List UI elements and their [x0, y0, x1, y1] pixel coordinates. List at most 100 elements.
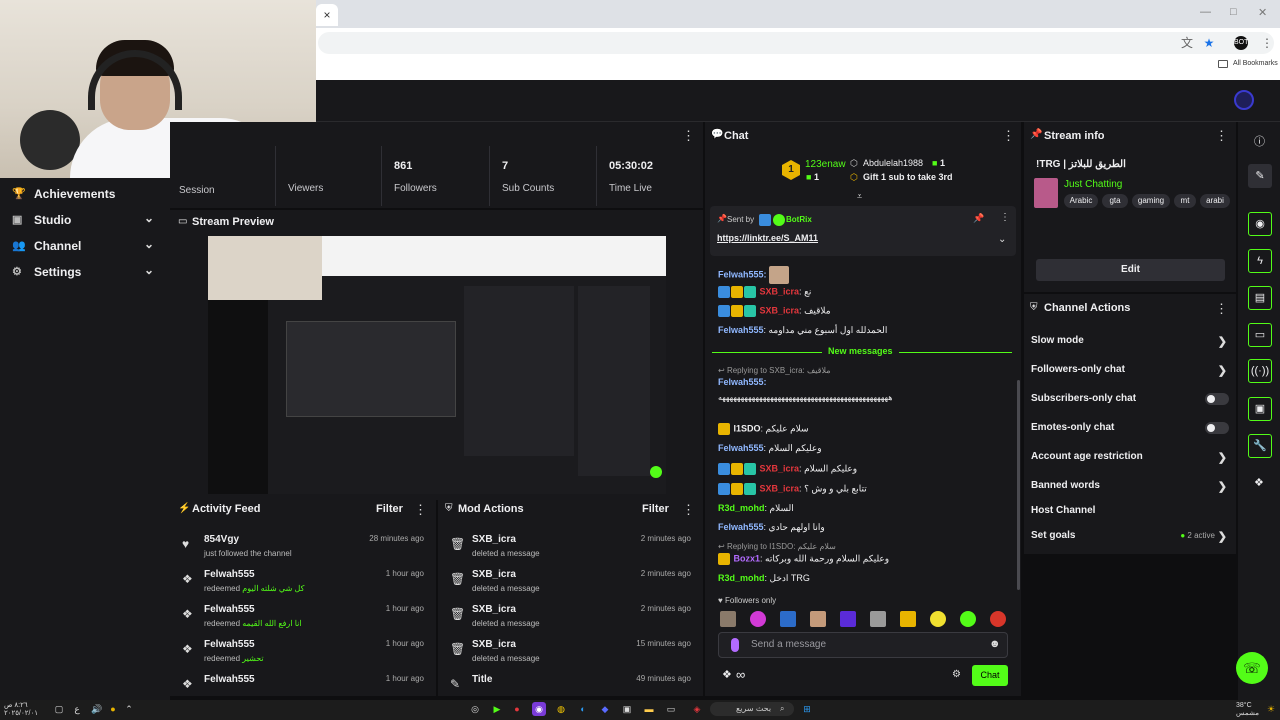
- emote-image[interactable]: [720, 611, 736, 627]
- category-name[interactable]: Just Chatting: [1064, 179, 1122, 190]
- maximize-button[interactable]: □: [1230, 6, 1237, 18]
- app-icon[interactable]: ▭: [664, 702, 678, 716]
- taskbar-clock[interactable]: ٨:٢٦ ص ٢٠٢٥/٠٢/٠١: [4, 702, 38, 718]
- wrench-icon[interactable]: 🔧: [1248, 434, 1272, 458]
- kick-icon[interactable]: ▶: [490, 702, 504, 716]
- edit-stream-button[interactable]: Edit: [1036, 259, 1225, 281]
- taskbar-search[interactable]: بحث سريع ⌕: [710, 702, 794, 716]
- weather-widget[interactable]: 38°C مشمس: [1236, 702, 1259, 718]
- obs-icon[interactable]: ◎: [468, 702, 482, 716]
- sidebar-item-studio[interactable]: ▣ Studio ⌄: [0, 206, 170, 232]
- mod-menu-icon[interactable]: ⋮: [682, 502, 695, 518]
- search-app-icon[interactable]: ◈: [690, 702, 704, 716]
- stream-tag[interactable]: gta: [1102, 194, 1128, 208]
- set-goals-row[interactable]: Set goals ● 2 active ❯: [1031, 530, 1229, 550]
- document-icon[interactable]: ▤: [1248, 286, 1272, 310]
- emoji-picker-icon[interactable]: ☻: [989, 638, 1001, 650]
- chevron-down-icon[interactable]: ⌄: [998, 234, 1006, 245]
- emote-image[interactable]: [840, 611, 856, 627]
- account-age-row[interactable]: Account age restriction ❯: [1031, 451, 1229, 471]
- chat-widget-icon[interactable]: ▭: [1248, 323, 1272, 347]
- emotes-only-row[interactable]: Emotes-only chat: [1031, 422, 1229, 442]
- emote-image[interactable]: [750, 611, 766, 627]
- sidebar-item-channel[interactable]: 👥 Channel ⌄: [0, 232, 170, 258]
- activity-filter-button[interactable]: Filter: [376, 503, 403, 529]
- window-close-button[interactable]: ✕: [1258, 6, 1267, 19]
- unpin-icon[interactable]: 📌: [973, 213, 984, 224]
- chat-scrollbar[interactable]: [1017, 380, 1020, 590]
- emotes-only-toggle[interactable]: [1205, 422, 1229, 434]
- channel-actions-menu-icon[interactable]: ⋮: [1215, 301, 1228, 317]
- second-gifter-name[interactable]: Abdulelah1988: [863, 158, 923, 168]
- stat-time-live[interactable]: 05:30:02 Time Live: [596, 146, 703, 206]
- stream-tag[interactable]: mt: [1174, 194, 1196, 208]
- folder-icon[interactable]: ▬: [642, 702, 656, 716]
- start-icon[interactable]: ⊞: [800, 702, 814, 716]
- banned-words-row[interactable]: Banned words ❯: [1031, 480, 1229, 500]
- emote-image[interactable]: [930, 611, 946, 627]
- tab-close-button[interactable]: ×: [316, 4, 338, 26]
- star-icon[interactable]: ★: [1202, 36, 1216, 50]
- chat-input[interactable]: Send a message ☻: [718, 632, 1008, 658]
- app-icon[interactable]: ◆: [598, 702, 612, 716]
- pinned-menu-icon[interactable]: ⋮: [1000, 212, 1010, 223]
- stats-menu-icon[interactable]: ⋮: [682, 128, 695, 144]
- tray-chevron-icon[interactable]: ⌃: [122, 702, 136, 716]
- volume-icon[interactable]: 🔊: [90, 702, 104, 716]
- stat-sub-counts[interactable]: 7 Sub Counts: [489, 146, 596, 206]
- activity-menu-icon[interactable]: ⋮: [414, 502, 427, 518]
- stream-tag[interactable]: gaming: [1132, 194, 1170, 208]
- discord-icon[interactable]: ◉: [532, 702, 546, 716]
- emote-image[interactable]: [900, 611, 916, 627]
- minimize-button[interactable]: —: [1200, 6, 1211, 18]
- widget-icon[interactable]: ◉: [1248, 212, 1272, 236]
- followers-only-row[interactable]: Followers-only chat ❯: [1031, 364, 1229, 384]
- emote-image[interactable]: [810, 611, 826, 627]
- host-channel-row[interactable]: Host Channel: [1031, 505, 1229, 525]
- edge-icon[interactable]: ◐: [576, 702, 590, 716]
- chat-tools-icon[interactable]: ❖: [722, 668, 732, 681]
- subscribers-only-toggle[interactable]: [1205, 393, 1229, 405]
- category-thumbnail[interactable]: [1034, 178, 1058, 208]
- stat-session[interactable]: Session: [170, 146, 275, 206]
- infinity-icon[interactable]: ∞: [736, 667, 745, 682]
- chat-settings-icon[interactable]: ⚙: [952, 669, 961, 680]
- apps-icon[interactable]: ❖: [1254, 476, 1264, 489]
- stream-info-menu-icon[interactable]: ⋮: [1215, 128, 1228, 144]
- top-gifter-name[interactable]: 123enaw: [805, 159, 846, 170]
- translate-icon[interactable]: 文: [1180, 36, 1194, 50]
- chrome-icon[interactable]: ◍: [554, 702, 568, 716]
- user-avatar[interactable]: [1234, 90, 1254, 110]
- address-bar[interactable]: [318, 32, 1274, 54]
- edit-layout-icon[interactable]: ✎: [1248, 164, 1272, 188]
- stream-preview-video[interactable]: [208, 236, 666, 494]
- broadcast-icon[interactable]: ((·)): [1248, 359, 1272, 383]
- send-chat-button[interactable]: Chat: [972, 665, 1008, 686]
- pinned-link[interactable]: https://linktr.ee/S_AM11: [717, 233, 818, 243]
- mod-filter-button[interactable]: Filter: [642, 503, 669, 529]
- subscribers-only-row[interactable]: Subscribers-only chat: [1031, 393, 1229, 413]
- preview-widget-icon[interactable]: ▣: [1248, 397, 1272, 421]
- bookmarks-label[interactable]: All Bookmarks: [1233, 60, 1278, 67]
- stat-followers[interactable]: 861 Followers: [381, 146, 489, 206]
- chat-menu-icon[interactable]: ⋮: [1002, 128, 1015, 144]
- slow-mode-row[interactable]: Slow mode ❯: [1031, 335, 1229, 355]
- emote-image[interactable]: [870, 611, 886, 627]
- sidebar-item-achievements[interactable]: 🏆 Achievements: [0, 180, 170, 206]
- emote-image[interactable]: [780, 611, 796, 627]
- info-icon[interactable]: ⓘ: [1254, 133, 1265, 149]
- emote-image[interactable]: [960, 611, 976, 627]
- lightning-icon[interactable]: ϟ: [1248, 249, 1272, 273]
- stream-tag[interactable]: arabi: [1200, 194, 1230, 208]
- stat-viewers[interactable]: Viewers: [275, 146, 381, 206]
- app-icon[interactable]: ●: [510, 702, 524, 716]
- language-icon[interactable]: ع: [70, 702, 84, 716]
- notifications-icon[interactable]: ▢: [52, 702, 66, 716]
- pinned-bot-name[interactable]: BotRix: [786, 215, 812, 224]
- store-icon[interactable]: ▣: [620, 702, 634, 716]
- sidebar-item-settings[interactable]: ⚙ Settings ⌄: [0, 258, 170, 284]
- support-chat-button[interactable]: ☏: [1236, 652, 1268, 684]
- tray-app-icon[interactable]: ●: [106, 702, 120, 716]
- profile-avatar-icon[interactable]: BOT: [1234, 36, 1248, 50]
- emote-image[interactable]: [990, 611, 1006, 627]
